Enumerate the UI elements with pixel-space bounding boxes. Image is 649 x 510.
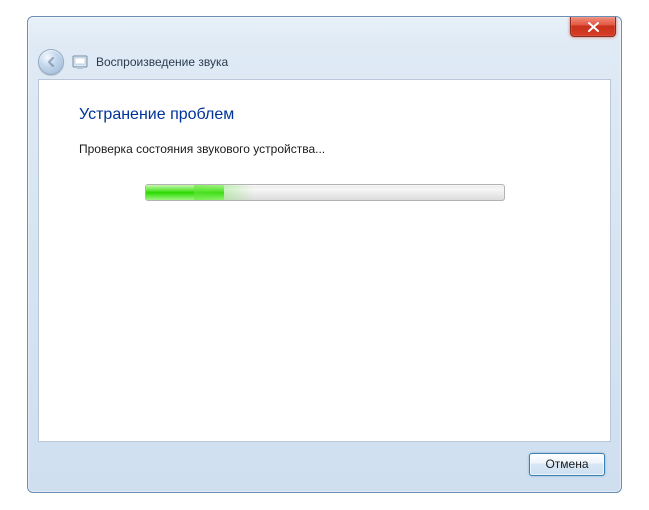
troubleshooter-icon: [72, 54, 88, 70]
content-panel: Устранение проблем Проверка состояния зв…: [38, 79, 611, 442]
window-title: Воспроизведение звука: [96, 55, 228, 69]
progress-bar: [145, 184, 505, 201]
status-text: Проверка состояния звукового устройства.…: [79, 142, 570, 156]
page-heading: Устранение проблем: [79, 106, 570, 124]
footer: Отмена: [38, 446, 611, 482]
back-button[interactable]: [38, 49, 64, 75]
cancel-button[interactable]: Отмена: [529, 453, 605, 476]
troubleshooter-window: Воспроизведение звука Устранение проблем…: [27, 16, 622, 493]
close-icon: [588, 22, 599, 32]
header-row: Воспроизведение звука: [28, 45, 621, 79]
close-button[interactable]: [570, 17, 616, 37]
arrow-left-icon: [44, 55, 58, 69]
desktop-capture: Воспроизведение звука Устранение проблем…: [0, 0, 649, 510]
progress-bar-fill: [146, 185, 225, 200]
titlebar: [28, 17, 621, 45]
